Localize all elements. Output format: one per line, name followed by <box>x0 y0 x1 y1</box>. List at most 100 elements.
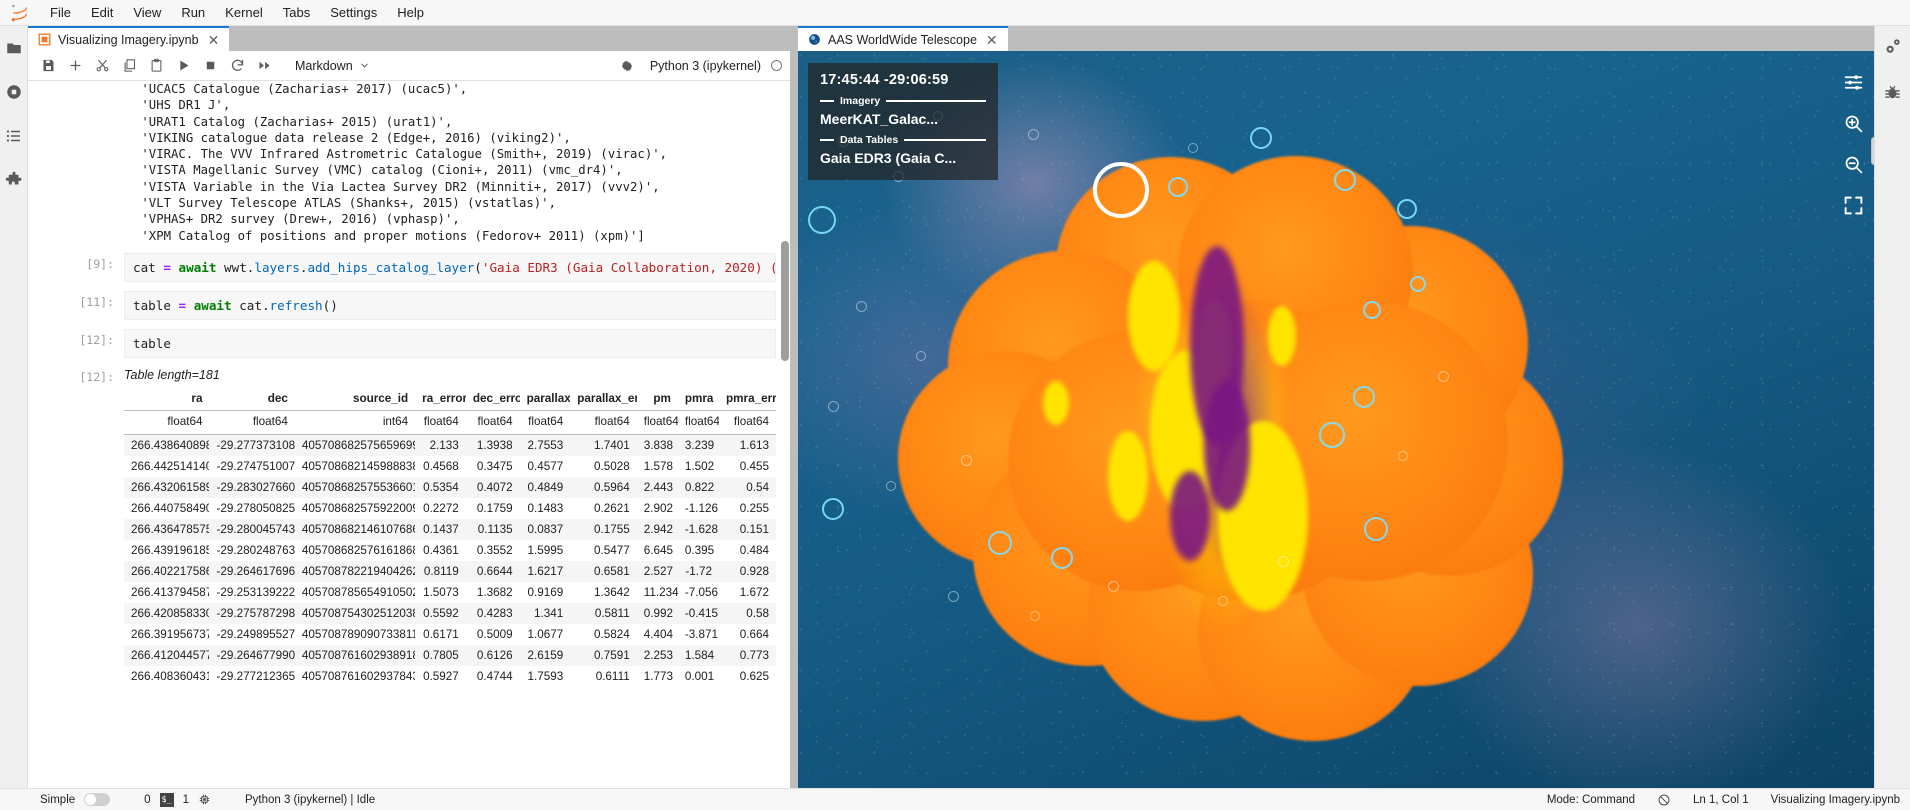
cursor-position-label[interactable]: Ln 1, Col 1 <box>1693 794 1749 806</box>
table-cell: 0.6581 <box>593 564 630 578</box>
wwt-layer-info-overlay: 17:45:44 -29:06:59 Imagery MeerKAT_Galac… <box>808 63 998 180</box>
table-cell: 4057086825761618688 <box>301 543 416 557</box>
code-cell-9[interactable]: [9]: cat = await wwt.layers.add_hips_cat… <box>28 252 790 282</box>
kernel-idle-circle-icon <box>771 60 782 71</box>
restart-and-run-all-button[interactable] <box>252 54 277 78</box>
table-of-contents-icon[interactable] <box>4 126 24 146</box>
cell-source-editor[interactable]: table = await cat.refresh() <box>124 290 776 320</box>
stream-output-text: 'UCAC5 Catalogue (Zacharias+ 2017) (ucac… <box>141 82 668 243</box>
insert-cell-button[interactable] <box>63 54 88 78</box>
code-cell-12[interactable]: [12]: table <box>28 328 790 358</box>
menu-item-file[interactable]: File <box>40 2 81 23</box>
section-dash-icon <box>820 100 834 102</box>
menu-item-edit[interactable]: Edit <box>81 2 123 23</box>
run-cell-button[interactable] <box>171 54 196 78</box>
terminals-count: 0 <box>144 793 151 806</box>
table-column-header: pm <box>636 388 678 411</box>
status-bar-left: Simple 0 $_ 1 Python 3 (ipykernel) | Idl… <box>40 792 375 807</box>
table-row: 266.4425141408 -29.27475100794 40570868214… <box>124 456 776 477</box>
zoom-in-icon[interactable] <box>1842 112 1864 134</box>
file-browser-icon[interactable] <box>4 38 24 58</box>
extension-manager-icon[interactable] <box>4 170 24 190</box>
table-cell: 0.1437 <box>423 522 459 536</box>
tab-visualizing-imagery[interactable]: Visualizing Imagery.ipynb ✕ <box>28 26 230 51</box>
kernel-chip-icon[interactable] <box>198 793 211 806</box>
cell-prompt: [11]: <box>79 294 114 309</box>
kernel-name-label[interactable]: Python 3 (ipykernel) <box>650 59 761 73</box>
table-cell: 0.625 <box>739 669 769 683</box>
section-rule <box>904 139 986 141</box>
table-cell: 1.773 <box>643 669 673 683</box>
table-cell: 0.2272 <box>423 501 459 515</box>
data-table-layer-name[interactable]: Gaia EDR3 (Gaia C... <box>820 150 986 166</box>
table-dtype-cell: float64 <box>415 410 466 435</box>
table-column-header: source_id <box>294 388 416 411</box>
wwt-sky-viewport[interactable]: 17:45:44 -29:06:59 Imagery MeerKAT_Galac… <box>798 51 1874 788</box>
main-area: Visualizing Imagery.ipynb ✕ Markdown Pyt… <box>0 26 1910 788</box>
save-button[interactable] <box>36 54 61 78</box>
notebook-scroll-area[interactable]: 'UCAC5 Catalogue (Zacharias+ 2017) (ucac… <box>28 81 790 788</box>
imagery-layer-name[interactable]: MeerKAT_Galac... <box>820 111 986 127</box>
scrollbar-thumb[interactable] <box>781 241 789 361</box>
close-icon[interactable]: ✕ <box>206 33 222 47</box>
table-cell: 0.1483 <box>527 501 564 515</box>
left-sidebar-rail <box>0 26 28 788</box>
close-icon[interactable]: ✕ <box>984 33 1000 47</box>
panel-splitter[interactable] <box>790 26 798 788</box>
code-token: await <box>178 259 217 275</box>
zoom-out-icon[interactable] <box>1842 153 1864 175</box>
fullscreen-icon[interactable] <box>1842 194 1864 216</box>
astropy-table: radecsource_idra_errordec_errorparallaxp… <box>124 388 776 687</box>
table-cell: 1.502 <box>684 459 715 473</box>
debugger-icon[interactable] <box>1883 82 1903 102</box>
menu-item-run[interactable]: Run <box>171 2 215 23</box>
cut-cells-button[interactable] <box>90 54 115 78</box>
menu-item-settings[interactable]: Settings <box>320 2 387 23</box>
settings-sliders-icon[interactable] <box>1842 71 1864 93</box>
table-cell: -29.28024876351 <box>216 543 295 557</box>
table-cell: 2.902 <box>643 501 673 515</box>
notification-bell-off-icon[interactable] <box>1657 793 1671 807</box>
table-cell: 0.6644 <box>476 564 513 578</box>
table-cell: 266.4425141408 <box>131 459 210 473</box>
menu-item-view[interactable]: View <box>123 2 171 23</box>
table-cell: 4057086825756596992 <box>301 438 416 452</box>
wwt-tab-bar: AAS WorldWide Telescope ✕ <box>798 26 1874 51</box>
table-cell: 4057087856549105024 <box>301 585 416 599</box>
table-cell: 0.992 <box>643 606 673 620</box>
code-cell-11[interactable]: [11]: table = await cat.refresh() <box>28 290 790 320</box>
table-cell: -1.72 <box>685 564 712 578</box>
code-token: cat. <box>231 297 270 313</box>
paste-cells-button[interactable] <box>144 54 169 78</box>
terminal-icon[interactable]: $_ <box>159 792 174 807</box>
table-cell: 4057086825759220096 <box>301 501 416 515</box>
status-bar: Simple 0 $_ 1 Python 3 (ipykernel) | Idl… <box>0 788 1910 810</box>
cell-source-editor[interactable]: cat = await wwt.layers.add_hips_catalog_… <box>124 252 776 282</box>
table-length-caption: Table length=181 <box>124 367 220 382</box>
interrupt-kernel-button[interactable] <box>198 54 223 78</box>
notebook-scrollbar[interactable] <box>779 81 790 788</box>
table-cell: 266.40221758686 <box>131 564 210 578</box>
tab-aas-worldwide-telescope[interactable]: AAS WorldWide Telescope ✕ <box>798 26 1008 51</box>
simple-mode-label: Simple <box>40 793 76 806</box>
notebook-icon <box>38 33 51 46</box>
background-imagery-select[interactable]: GLIMPSE 360 <box>1871 137 1874 165</box>
cell-type-dropdown[interactable]: Markdown <box>291 57 374 75</box>
menu-item-help[interactable]: Help <box>387 2 434 23</box>
tab-label: AAS WorldWide Telescope <box>828 32 977 47</box>
menu-item-tabs[interactable]: Tabs <box>273 2 320 23</box>
menu-item-kernel[interactable]: Kernel <box>215 2 273 23</box>
table-cell: 6.645 <box>643 543 673 557</box>
cell-source-editor[interactable]: table <box>124 328 776 358</box>
running-terminals-icon[interactable] <box>4 82 24 102</box>
restart-kernel-button[interactable] <box>225 54 250 78</box>
copy-cells-button[interactable] <box>117 54 142 78</box>
table-cell: 0.822 <box>684 480 715 494</box>
simple-mode-toggle[interactable] <box>84 793 111 806</box>
table-cell: 0.1759 <box>476 501 513 515</box>
property-inspector-icon[interactable] <box>1883 36 1903 56</box>
table-cell: 0.1135 <box>477 522 513 536</box>
gear-icon[interactable] <box>615 54 640 78</box>
table-column-header: ra <box>124 388 210 411</box>
